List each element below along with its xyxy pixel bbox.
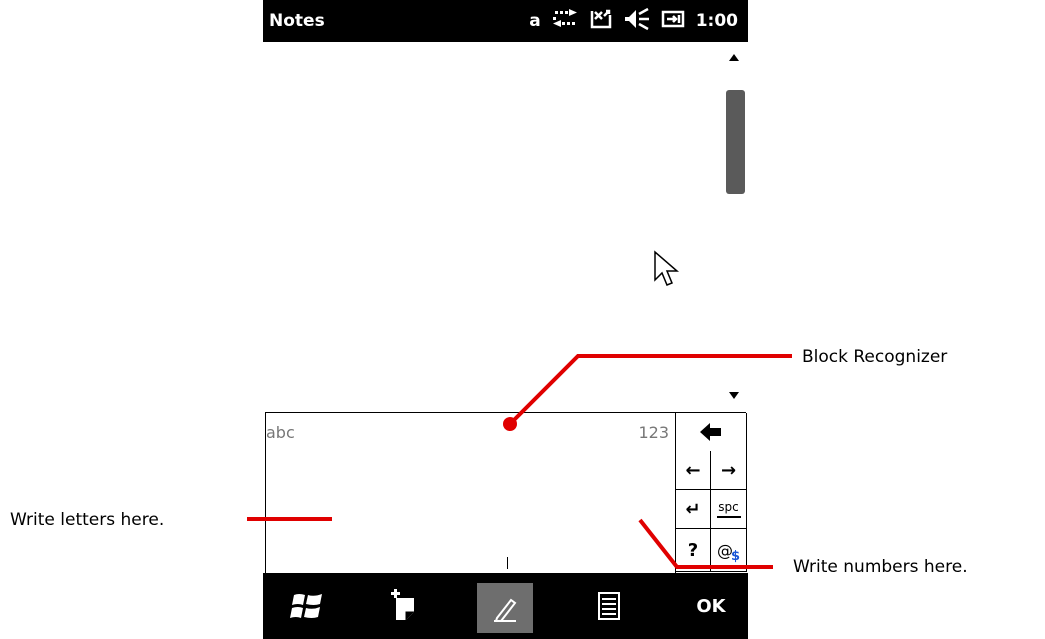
numbers-pointer-line <box>638 518 773 569</box>
block-recognizer-line <box>508 354 792 426</box>
block-recognizer-dot <box>503 417 517 431</box>
block-recognizer-annotation: Block Recognizer <box>802 347 948 367</box>
numbers-annotation: Write numbers here. <box>793 557 968 577</box>
block-recognizer-pointer <box>503 354 792 431</box>
annotation-lines <box>247 354 792 569</box>
letters-annotation: Write letters here. <box>10 510 165 530</box>
